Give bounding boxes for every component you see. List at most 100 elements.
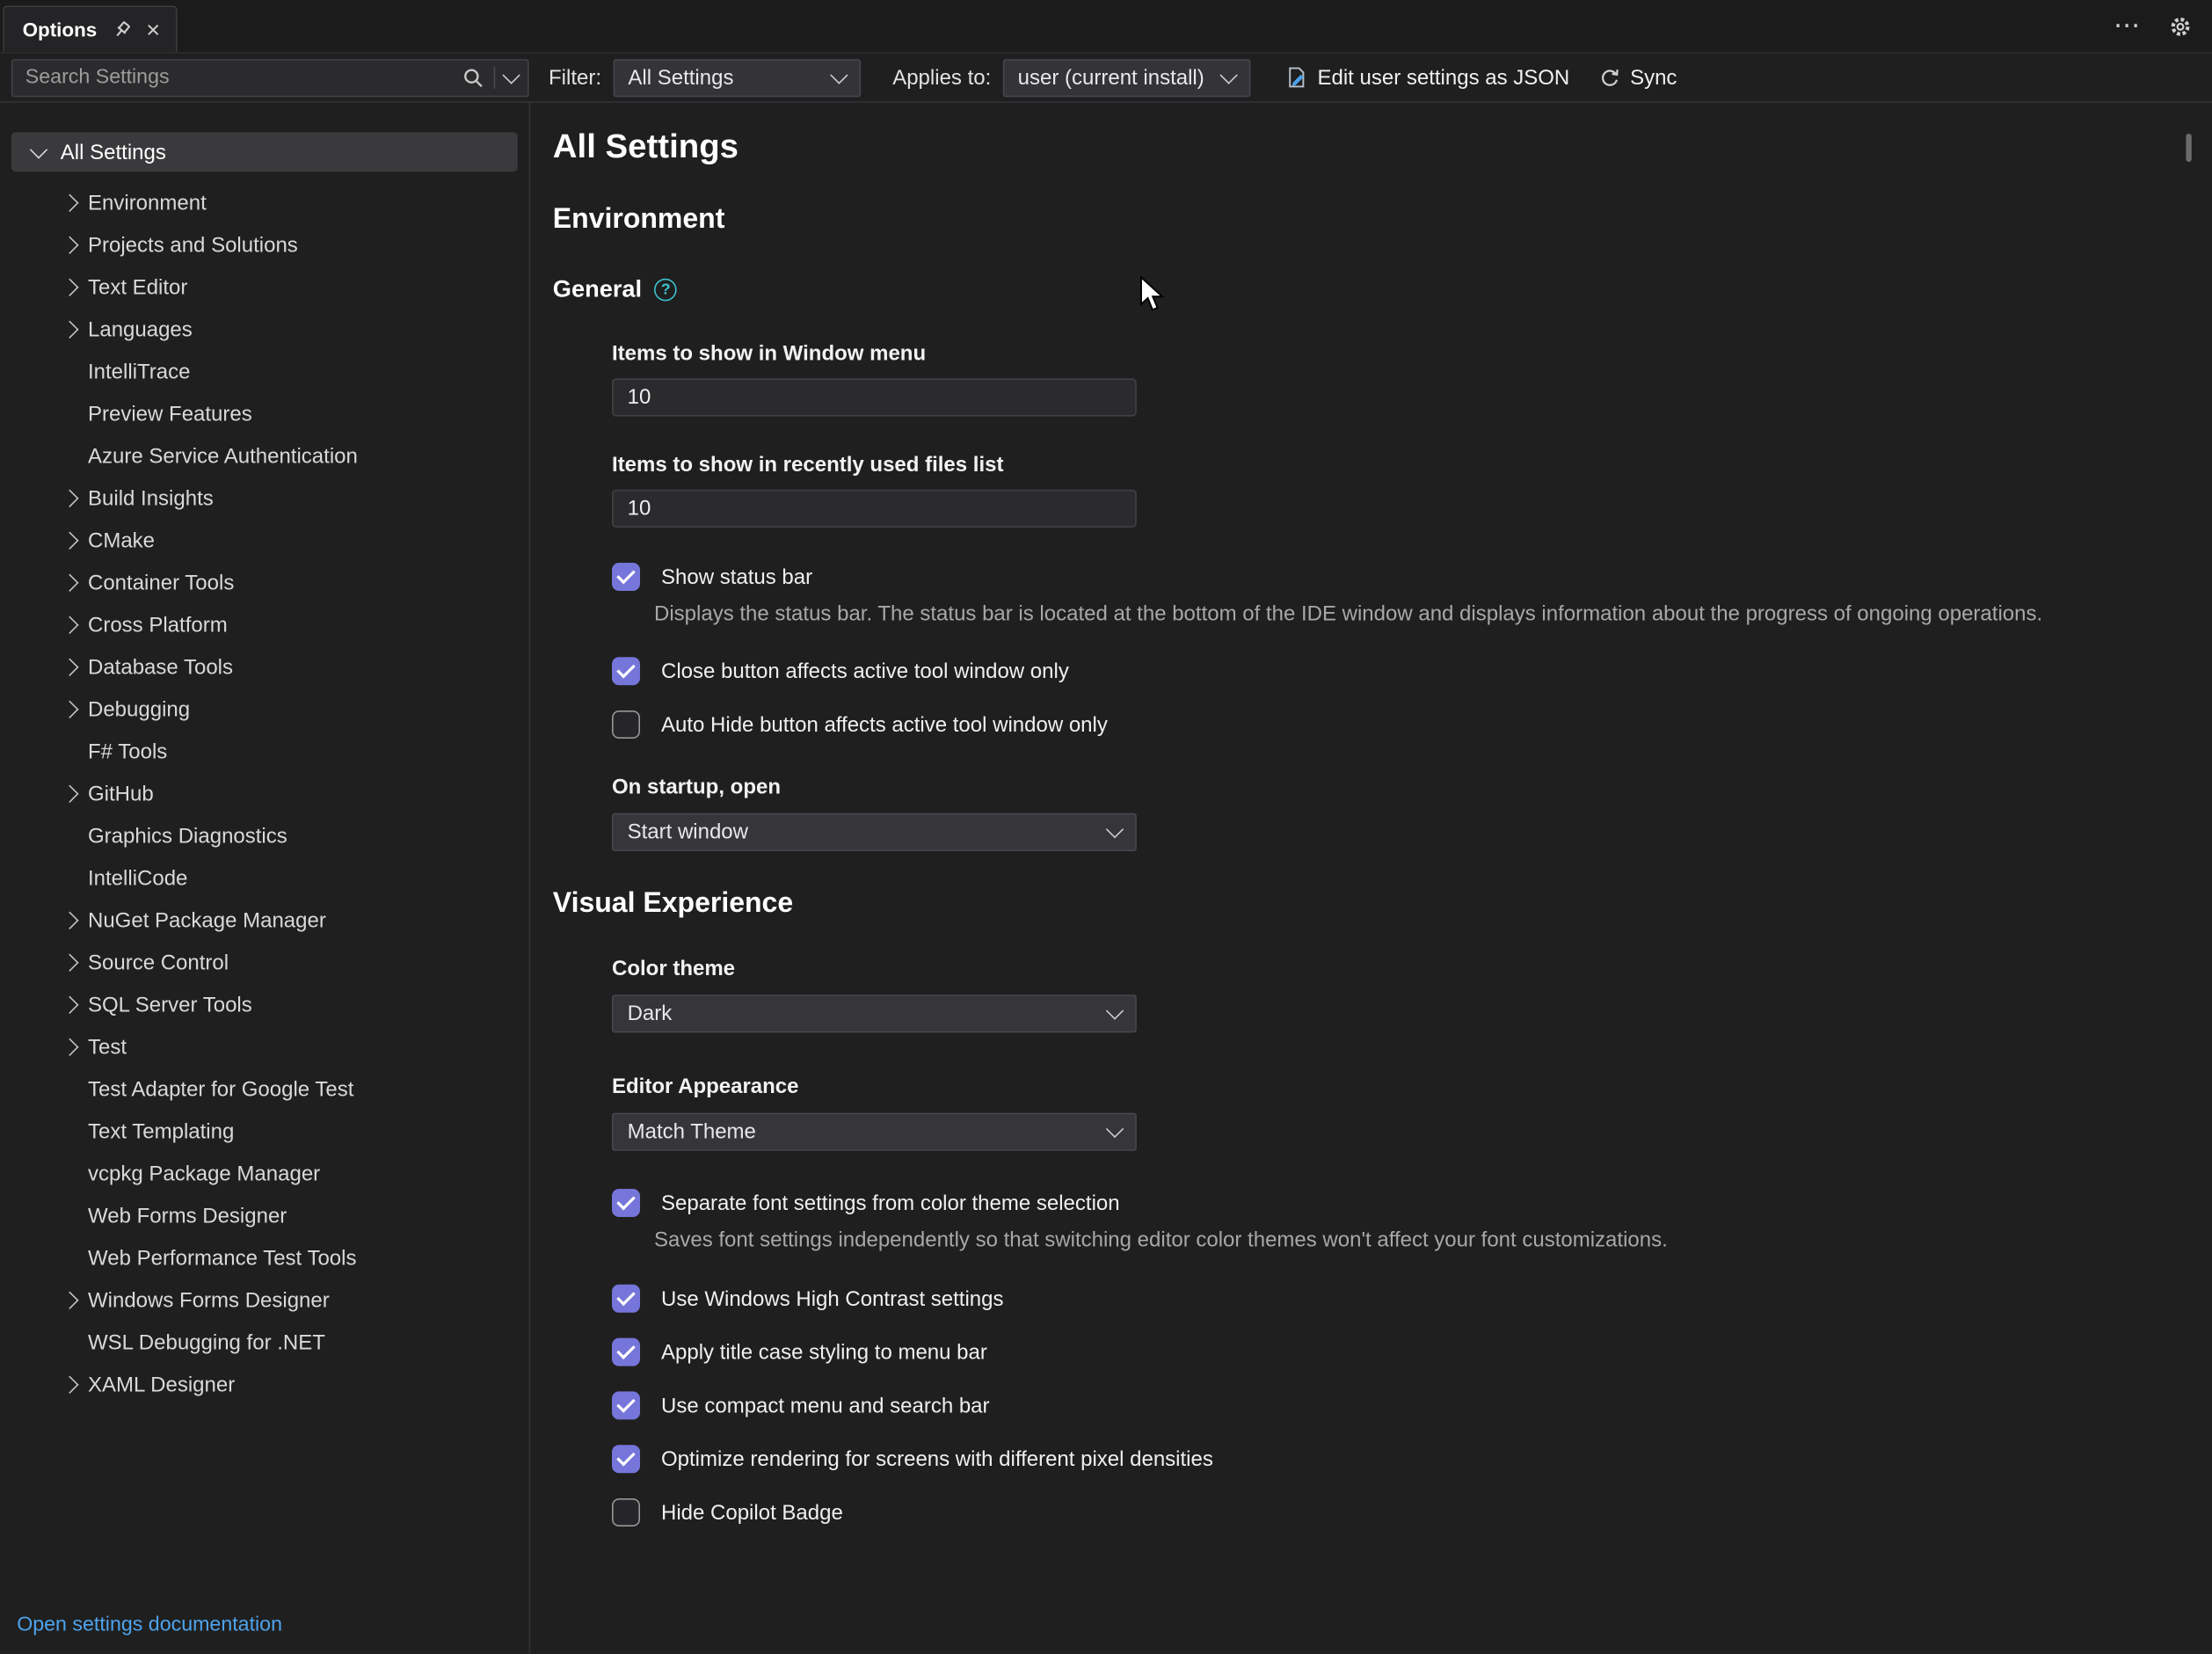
chevron-right-icon	[61, 532, 77, 549]
more-options-icon[interactable]: ⋯	[2114, 12, 2142, 39]
high-contrast-row[interactable]: Use Windows High Contrast settings	[612, 1285, 2212, 1313]
chevron-down-icon	[1106, 820, 1124, 838]
vertical-scrollbar-thumb[interactable]	[2186, 134, 2191, 162]
sidebar-item-label: GitHub	[88, 782, 154, 805]
sidebar-item[interactable]: IntelliCode	[0, 856, 529, 899]
sidebar-item[interactable]: CMake	[0, 519, 529, 561]
sync-button[interactable]: Sync	[1599, 65, 1677, 89]
sidebar-item[interactable]: Cross Platform	[0, 603, 529, 645]
startup-select[interactable]: Start window	[612, 813, 1137, 851]
sidebar-item[interactable]: Database Tools	[0, 645, 529, 688]
compact-menu-checkbox[interactable]	[612, 1391, 640, 1419]
gear-icon[interactable]	[2168, 15, 2191, 38]
sidebar-item[interactable]: F# Tools	[0, 730, 529, 772]
color-theme-select-value: Dark	[628, 1002, 673, 1025]
high-contrast-checkbox[interactable]	[612, 1285, 640, 1313]
sidebar-item[interactable]: Web Forms Designer	[0, 1194, 529, 1236]
search-box[interactable]	[11, 58, 529, 96]
chevron-down-icon	[829, 66, 847, 84]
search-input[interactable]	[12, 66, 462, 89]
recent-files-input[interactable]	[612, 490, 1137, 528]
applies-to-select[interactable]: user (current install)	[1002, 58, 1250, 96]
help-icon[interactable]: ?	[655, 279, 678, 302]
general-controls: Items to show in Window menu Items to sh…	[612, 342, 2212, 851]
recent-files-label: Items to show in recently used files lis…	[612, 453, 2212, 477]
sidebar-item[interactable]: Test Adapter for Google Test	[0, 1067, 529, 1110]
visual-controls: Color theme Dark Editor Appearance Match…	[612, 957, 2212, 1526]
sidebar-item[interactable]: Graphics Diagnostics	[0, 814, 529, 856]
filter-select[interactable]: All Settings	[613, 58, 861, 96]
sidebar-item[interactable]: XAML Designer	[0, 1363, 529, 1405]
sidebar-item-label: Projects and Solutions	[88, 233, 298, 257]
show-status-bar-checkbox[interactable]	[612, 563, 640, 591]
sidebar-item-label: Azure Service Authentication	[88, 444, 358, 468]
sidebar-item-label: Test Adapter for Google Test	[88, 1077, 353, 1101]
open-settings-documentation-link[interactable]: Open settings documentation	[17, 1614, 282, 1636]
show-status-bar-label: Show status bar	[661, 565, 812, 588]
sidebar-item[interactable]: Text Templating	[0, 1110, 529, 1152]
compact-menu-row[interactable]: Use compact menu and search bar	[612, 1391, 2212, 1419]
sidebar-item[interactable]: vcpkg Package Manager	[0, 1152, 529, 1194]
auto-hide-row[interactable]: Auto Hide button affects active tool win…	[612, 710, 2212, 739]
sidebar-tree: Environment Projects and Solutions Text …	[0, 181, 529, 1405]
sidebar-item[interactable]: SQL Server Tools	[0, 983, 529, 1025]
sidebar-item[interactable]: Container Tools	[0, 561, 529, 603]
sidebar-item-all-settings[interactable]: All Settings	[11, 132, 518, 171]
sidebar-item[interactable]: WSL Debugging for .NET	[0, 1321, 529, 1363]
edit-json-label: Edit user settings as JSON	[1317, 65, 1569, 89]
sidebar-item[interactable]: Languages	[0, 308, 529, 350]
color-theme-select[interactable]: Dark	[612, 995, 1137, 1032]
chevron-right-icon	[61, 490, 77, 506]
sidebar-item-label: WSL Debugging for .NET	[88, 1330, 325, 1354]
separate-font-checkbox[interactable]	[612, 1189, 640, 1217]
section-environment: Environment	[553, 204, 2212, 237]
sidebar-item[interactable]: Environment	[0, 181, 529, 223]
sidebar-item[interactable]: Test	[0, 1025, 529, 1067]
edit-json-button[interactable]: Edit user settings as JSON	[1285, 65, 1570, 89]
sidebar-item[interactable]: Web Performance Test Tools	[0, 1236, 529, 1279]
chevron-right-icon	[61, 237, 77, 253]
chevron-right-icon	[61, 616, 77, 633]
sidebar-item[interactable]: Build Insights	[0, 477, 529, 519]
sidebar-item[interactable]: GitHub	[0, 772, 529, 814]
filter-select-value: All Settings	[628, 65, 733, 89]
applies-to-select-value: user (current install)	[1018, 65, 1204, 89]
editor-appearance-select[interactable]: Match Theme	[612, 1113, 1137, 1151]
title-case-checkbox[interactable]	[612, 1338, 640, 1366]
pin-icon[interactable]	[113, 20, 131, 39]
close-icon[interactable]: ×	[146, 18, 160, 41]
sidebar-item[interactable]: Source Control	[0, 941, 529, 983]
close-button-checkbox[interactable]	[612, 657, 640, 685]
chevron-right-icon	[61, 912, 77, 929]
sidebar-item[interactable]: Azure Service Authentication	[0, 434, 529, 477]
tab-strip: Options × ⋯	[0, 0, 2212, 54]
sidebar-item[interactable]: Text Editor	[0, 266, 529, 308]
chevron-right-icon	[61, 194, 77, 211]
sidebar-item[interactable]: IntelliTrace	[0, 350, 529, 392]
hide-copilot-checkbox[interactable]	[612, 1498, 640, 1526]
auto-hide-checkbox[interactable]	[612, 710, 640, 739]
optimize-rendering-row[interactable]: Optimize rendering for screens with diff…	[612, 1445, 2212, 1473]
optimize-rendering-checkbox[interactable]	[612, 1445, 640, 1473]
show-status-bar-row[interactable]: Show status bar	[612, 563, 2212, 591]
group-general: General ?	[553, 276, 2212, 304]
color-theme-label: Color theme	[612, 957, 2212, 980]
tab-options[interactable]: Options ×	[3, 5, 177, 52]
sidebar-item[interactable]: Windows Forms Designer	[0, 1279, 529, 1321]
chevron-down-icon[interactable]	[502, 66, 520, 84]
window-menu-items-input[interactable]	[612, 378, 1137, 416]
close-button-row[interactable]: Close button affects active tool window …	[612, 657, 2212, 685]
title-case-row[interactable]: Apply title case styling to menu bar	[612, 1338, 2212, 1366]
sidebar-item[interactable]: NuGet Package Manager	[0, 899, 529, 941]
search-icon[interactable]	[462, 67, 484, 88]
optimize-rendering-label: Optimize rendering for screens with diff…	[661, 1447, 1213, 1471]
sidebar-item[interactable]: Preview Features	[0, 392, 529, 434]
chevron-right-icon	[61, 954, 77, 971]
sidebar-item-label: Languages	[88, 317, 193, 341]
sidebar-item[interactable]: Projects and Solutions	[0, 223, 529, 266]
sidebar-item-label: Text Templating	[88, 1119, 234, 1143]
chevron-right-icon	[61, 701, 77, 718]
separate-font-row[interactable]: Separate font settings from color theme …	[612, 1189, 2212, 1217]
sidebar-item[interactable]: Debugging	[0, 688, 529, 730]
hide-copilot-row[interactable]: Hide Copilot Badge	[612, 1498, 2212, 1526]
